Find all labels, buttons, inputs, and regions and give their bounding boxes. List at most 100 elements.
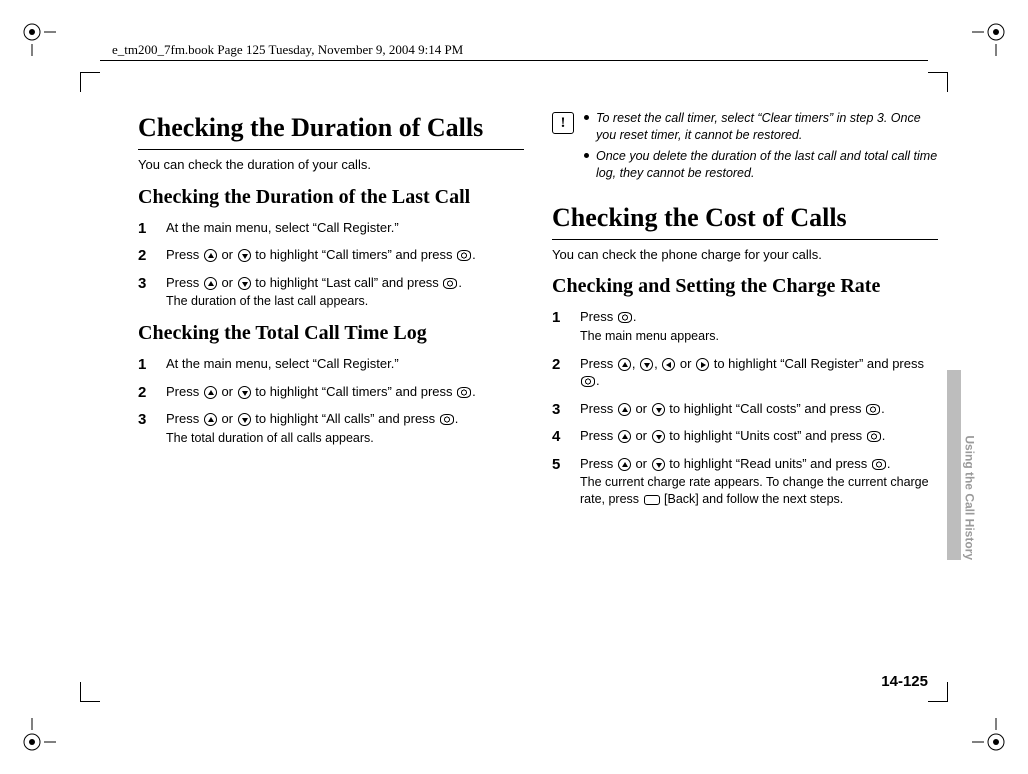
step-a1-text: At the main menu, select “Call Register.… (166, 220, 399, 235)
up-key-icon (204, 413, 217, 426)
text: Press (166, 411, 203, 426)
step-a1: At the main menu, select “Call Register.… (138, 219, 524, 237)
up-key-icon (618, 358, 631, 371)
up-key-icon (618, 430, 631, 443)
text: or (632, 456, 651, 471)
step-b1-text: At the main menu, select “Call Register.… (166, 356, 399, 371)
inner-crop-br (928, 682, 948, 702)
left-column: Checking the Duration of Calls You can c… (138, 110, 524, 518)
down-key-icon (238, 249, 251, 262)
warning-box: To reset the call timer, select “Clear t… (552, 110, 938, 186)
steps-charge-rate: Press . The main menu appears. Press , ,… (552, 308, 938, 508)
text: Press (166, 275, 203, 290)
text: Press (580, 428, 617, 443)
thumb-index-bar (947, 370, 961, 560)
intro-cost: You can check the phone charge for your … (552, 246, 938, 264)
steps-last-call: At the main menu, select “Call Register.… (138, 219, 524, 311)
text: to highlight “Read units” and press (666, 456, 871, 471)
text: . (881, 401, 885, 416)
text: . (472, 384, 476, 399)
down-key-icon (238, 413, 251, 426)
text: Press (580, 401, 617, 416)
step-a2: Press or to highlight “Call timers” and … (138, 246, 524, 264)
step-b3: Press or to highlight “All calls” and pr… (138, 410, 524, 446)
text: Press (166, 247, 203, 262)
step-c1-note: The main menu appears. (580, 328, 938, 345)
softkey-icon (644, 495, 660, 505)
text: , (654, 356, 661, 371)
heading-last-call: Checking the Duration of the Last Call (138, 184, 524, 211)
page-info-rule (100, 60, 928, 61)
text: or (632, 401, 651, 416)
heading-duration: Checking the Duration of Calls (138, 110, 524, 150)
warning-icon (552, 112, 574, 134)
center-key-icon (457, 387, 471, 398)
down-key-icon (640, 358, 653, 371)
text: or (218, 275, 237, 290)
text: to highlight “All calls” and press (252, 411, 439, 426)
center-key-icon (618, 312, 632, 323)
center-key-icon (867, 431, 881, 442)
text: Press (580, 356, 617, 371)
up-key-icon (618, 403, 631, 416)
step-a3-note: The duration of the last call appears. (166, 293, 524, 310)
page-content: Checking the Duration of Calls You can c… (138, 110, 938, 518)
right-column: To reset the call timer, select “Clear t… (552, 110, 938, 518)
text: or (218, 384, 237, 399)
step-c5: Press or to highlight “Read units” and p… (552, 455, 938, 508)
step-c3: Press or to highlight “Call costs” and p… (552, 400, 938, 418)
text: Press (580, 456, 617, 471)
center-key-icon (872, 459, 886, 470)
step-c2: Press , , or to highlight “Call Register… (552, 355, 938, 390)
text: . (455, 411, 459, 426)
down-key-icon (652, 430, 665, 443)
page-info-header: e_tm200_7fm.book Page 125 Tuesday, Novem… (112, 42, 463, 58)
step-b2: Press or to highlight “Call timers” and … (138, 383, 524, 401)
heading-charge-rate: Checking and Setting the Charge Rate (552, 273, 938, 300)
text: . (596, 373, 600, 388)
inner-crop-tl (80, 72, 100, 92)
intro-duration: You can check the duration of your calls… (138, 156, 524, 174)
center-key-icon (581, 376, 595, 387)
up-key-icon (204, 386, 217, 399)
right-key-icon (696, 358, 709, 371)
text: . (882, 428, 886, 443)
up-key-icon (204, 277, 217, 290)
page-number: 14-125 (881, 673, 928, 690)
side-section-label: Using the Call History (963, 435, 977, 560)
heading-cost: Checking the Cost of Calls (552, 200, 938, 240)
inner-crop-tr (928, 72, 948, 92)
center-key-icon (457, 250, 471, 261)
text: , (632, 356, 639, 371)
crop-mark-tr (972, 20, 1008, 56)
text: Press (166, 384, 203, 399)
text: Press (580, 309, 617, 324)
up-key-icon (204, 249, 217, 262)
down-key-icon (238, 277, 251, 290)
step-b3-note: The total duration of all calls appears. (166, 430, 524, 447)
text: or (218, 411, 237, 426)
step-b1: At the main menu, select “Call Register.… (138, 355, 524, 373)
text: to highlight “Call timers” and press (252, 247, 456, 262)
step-c1: Press . The main menu appears. (552, 308, 938, 344)
text: . (472, 247, 476, 262)
center-key-icon (443, 278, 457, 289)
text: [Back] and follow the next steps. (661, 492, 844, 506)
step-c4: Press or to highlight “Units cost” and p… (552, 427, 938, 445)
center-key-icon (866, 404, 880, 415)
text: or (676, 356, 695, 371)
text: or (632, 428, 651, 443)
text: to highlight “Units cost” and press (666, 428, 866, 443)
down-key-icon (652, 458, 665, 471)
text: to highlight “Call Register” and press (710, 356, 924, 371)
crop-mark-tl (20, 20, 56, 56)
crop-mark-bl (20, 718, 56, 754)
text: to highlight “Call timers” and press (252, 384, 456, 399)
inner-crop-bl (80, 682, 100, 702)
left-key-icon (662, 358, 675, 371)
text: . (633, 309, 637, 324)
step-c5-note: The current charge rate appears. To chan… (580, 474, 938, 508)
text: or (218, 247, 237, 262)
crop-mark-br (972, 718, 1008, 754)
up-key-icon (618, 458, 631, 471)
